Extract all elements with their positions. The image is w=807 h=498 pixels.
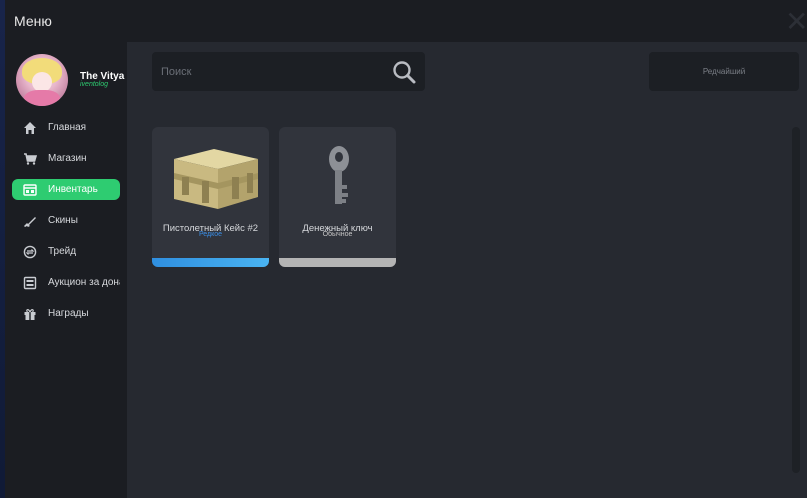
sidebar-item-label: Скины — [48, 215, 78, 226]
home-icon — [24, 122, 36, 134]
sidebar-item-label: Магазин — [48, 153, 87, 164]
gift-icon — [24, 309, 36, 320]
sidebar-item-label: Награды — [48, 308, 89, 319]
search-input[interactable] — [152, 52, 382, 91]
inventory-panel: Редчайший Пистолетный Кейс #2 Редкое — [127, 42, 807, 498]
scrollbar[interactable] — [792, 127, 800, 473]
search-icon[interactable] — [391, 59, 417, 85]
sidebar-item-home[interactable]: Главная — [12, 117, 120, 138]
search-box — [152, 52, 425, 91]
avatar[interactable] — [16, 54, 68, 106]
sidebar-item-trade[interactable]: Трейд — [12, 241, 120, 262]
rarity-bar — [279, 258, 396, 267]
inventory-item-card[interactable]: Денежный ключ Обычное — [279, 127, 396, 267]
close-icon[interactable]: ✕ — [785, 8, 807, 38]
sidebar-item-label: Трейд — [48, 246, 77, 257]
item-rarity: Редкое — [198, 231, 223, 238]
auction-icon — [23, 276, 37, 290]
window-title: Меню — [14, 13, 52, 29]
sidebar-menu: Главная Магазин Инвентарь Скины Трейд Ау… — [12, 117, 120, 334]
sidebar-item-auction[interactable]: Аукцион за донат — [12, 272, 120, 293]
rarity-bar — [152, 258, 269, 267]
inventory-item-card[interactable]: Пистолетный Кейс #2 Редкое — [152, 127, 269, 267]
sidebar-item-label: Аукцион за донат — [48, 277, 120, 288]
user-link[interactable]: iventolog — [80, 81, 108, 88]
sidebar-item-skins[interactable]: Скины — [12, 210, 120, 231]
sidebar-item-label: Главная — [48, 122, 87, 133]
cart-icon — [24, 153, 37, 165]
inventory-icon — [23, 184, 37, 196]
sidebar-item-inventory[interactable]: Инвентарь — [12, 179, 120, 200]
sidebar-item-shop[interactable]: Магазин — [12, 148, 120, 169]
key-icon — [329, 146, 349, 204]
sidebar: The Vitya iventolog Главная Магазин Инве… — [5, 42, 127, 498]
case-icon — [174, 149, 258, 209]
trade-icon — [23, 245, 37, 259]
sidebar-item-rewards[interactable]: Награды — [12, 303, 120, 324]
item-rarity: Обычное — [322, 231, 353, 238]
rifle-icon — [24, 217, 36, 227]
menu-window: Меню ✕ The Vitya iventolog Главная Магаз… — [5, 0, 807, 498]
sort-dropdown[interactable]: Редчайший — [649, 52, 799, 91]
sidebar-item-label: Инвентарь — [48, 184, 98, 195]
